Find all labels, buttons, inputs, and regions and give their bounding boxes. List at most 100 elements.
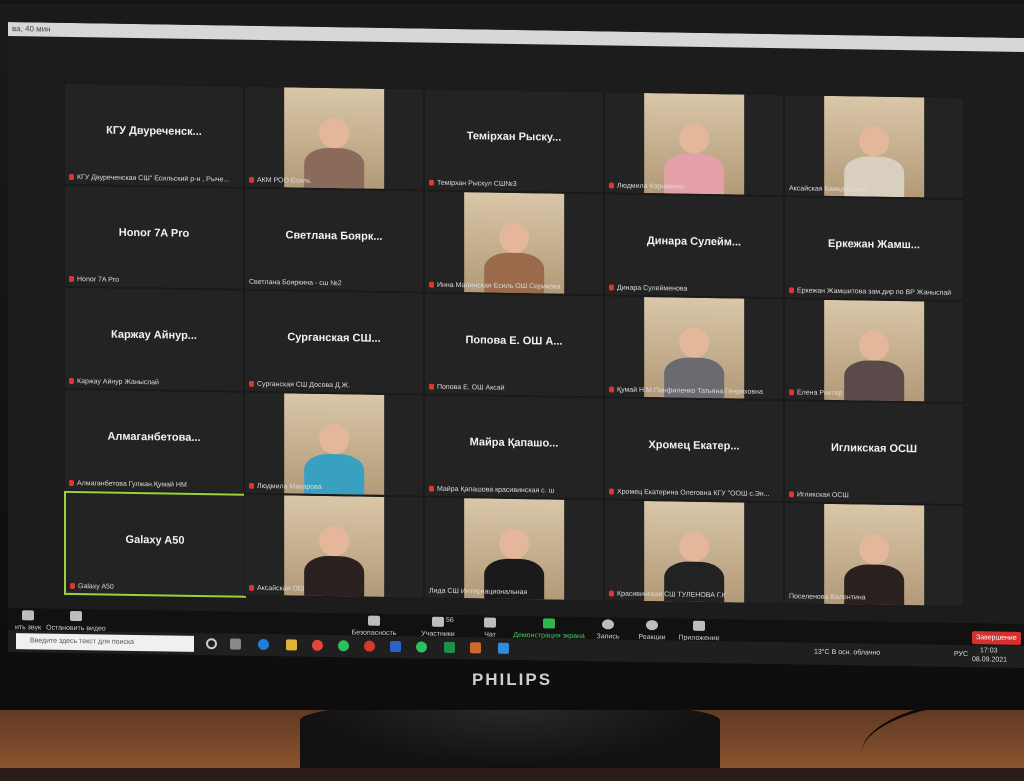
participant-tile[interactable]: Попова Е. ОШ А... Попова Е. ОШ Аксай (424, 292, 604, 398)
yandex-icon[interactable] (364, 640, 375, 652)
participant-tile[interactable]: Сурганская СШ... Сурганская СШ Досова Д.Ж… (244, 289, 424, 395)
chat-button[interactable]: Чат (470, 617, 510, 639)
muted-mic-icon (69, 174, 74, 181)
whatsapp-icon[interactable] (338, 640, 349, 652)
end-meeting-button[interactable]: Завершение (972, 631, 1021, 645)
participant-tile[interactable]: КГУ Двуреченск... КГУ Двуреченская СШ" Ес… (64, 82, 244, 188)
record-button[interactable]: Запись (588, 619, 628, 641)
participant-label-text: АКМ РОО Есиль (257, 176, 311, 185)
video-button[interactable]: Остановить видео (46, 610, 106, 633)
participant-label-text: Инна Малинская Есиль ОШ Серикова (437, 281, 561, 291)
participant-tile[interactable]: Поселенова Валентина (784, 502, 964, 608)
participant-tile[interactable]: Игликская ОСШ Игликская ОСШ (784, 400, 964, 506)
participant-name: Хромец Екатер... (648, 439, 740, 453)
microphone-icon (22, 610, 34, 621)
participant-label: Майра Қапашова красивинская с. ш (429, 486, 599, 496)
participant-face (499, 528, 529, 560)
participant-face (679, 531, 709, 563)
word-icon[interactable] (390, 641, 401, 653)
share-screen-button[interactable]: Демонстрация экрана (510, 618, 588, 640)
participant-video (284, 393, 384, 495)
muted-mic-icon (789, 389, 794, 396)
participant-video (464, 192, 564, 294)
participants-button[interactable]: Участники 56 (408, 616, 468, 638)
participant-name: Майра Қапашо... (469, 436, 559, 450)
participants-icon (432, 616, 444, 627)
participant-tile[interactable]: Еркежан Жамш... Еркежан Жамшитова зам.дир… (784, 196, 964, 302)
zoom-screen: ва, 40 мин КГУ Двуреченск... КГУ Двуречен… (8, 22, 1024, 668)
muted-mic-icon (609, 386, 614, 393)
participant-tile[interactable]: Аксайская ОШ (244, 493, 424, 599)
muted-mic-icon (69, 378, 74, 385)
participant-tile[interactable]: Людмила Макарова (244, 391, 424, 497)
participant-label: Аксайская Баяндинская (789, 185, 959, 195)
participant-tile[interactable]: Galaxy A50 Galaxy A50 (64, 490, 246, 598)
participant-video (284, 87, 384, 189)
participant-tile[interactable]: Красивинская СШ ТУЛЕНОВА Г.К (604, 499, 784, 605)
participant-label-text: Людмила Корниенко (617, 182, 684, 191)
participant-tile[interactable]: Қумай Н.М.Панфиленко Татьяна Генриховна (604, 295, 784, 401)
participant-tile[interactable]: Хромец Екатер... Хромец Екатерина Олеговн… (604, 397, 784, 503)
participant-label-text: Майра Қапашова красивинская с. ш (437, 485, 555, 495)
participant-label-text: Еркежан Жамшитова зам.дир по ВР Жаныспай (797, 287, 952, 297)
zoom-icon[interactable] (498, 642, 509, 654)
participant-face (319, 117, 349, 149)
participant-name: Алмаганбетова... (107, 430, 201, 445)
participant-label-text: Игликская ОСШ (797, 491, 849, 500)
participant-tile[interactable]: Людмила Корниенко (604, 91, 784, 197)
participant-label-text: Honor 7A Pro (77, 276, 120, 284)
reactions-button[interactable]: Реакции (630, 620, 674, 642)
participant-label: КГУ Двуреченская СШ" Есильский р-н , Рыч… (69, 174, 239, 184)
camera-icon (70, 610, 82, 622)
cortana-icon[interactable] (206, 638, 217, 650)
participant-tile[interactable]: Майра Қапашо... Майра Қапашова красивинск… (424, 394, 604, 500)
participant-video (644, 296, 744, 399)
muted-mic-icon (429, 485, 434, 492)
participant-label-text: Красивинская СШ ТУЛЕНОВА Г.К (617, 590, 726, 600)
muted-mic-icon (429, 281, 434, 288)
monitor-brand-logo: PHILIPS (471, 670, 553, 689)
monitor-stand (300, 700, 720, 768)
muted-mic-icon (609, 488, 614, 495)
participant-tile[interactable]: Алмаганбетова... Алмаганбетова Гулжан.Қум… (64, 388, 244, 494)
language-indicator[interactable]: РУС (954, 651, 968, 658)
task-view-icon[interactable] (230, 638, 241, 650)
participant-tile[interactable]: Динара Сулейм... Динара Сулейменова (604, 193, 784, 299)
apps-icon (693, 620, 705, 631)
participant-label-text: Лида СШ Интернациональная (429, 587, 528, 597)
participant-label-text: КГУ Двуреченская СШ" Есильский р-н , Рыч… (77, 174, 230, 184)
participant-tile[interactable]: АКМ РОО Есиль (244, 85, 424, 191)
participant-label-text: Сурганская СШ Досова Д.Ж. (257, 380, 351, 390)
participant-face (679, 123, 709, 155)
participant-label-text: Темірхан Рыскул СШ№3 (437, 179, 517, 188)
participant-label: Светлана Бояркина - сш №2 (249, 279, 419, 289)
whatsapp-2-icon[interactable] (416, 641, 427, 653)
participant-tile[interactable]: Темірхан Рыску... Темірхан Рыскул СШ№3 (424, 88, 604, 194)
taskbar-search-input[interactable]: Введите здесь текст для поиска (16, 633, 194, 652)
security-button[interactable]: Безопасность (344, 615, 404, 637)
apps-button[interactable]: Приложение (674, 620, 724, 642)
participant-label: Попова Е. ОШ Аксай (429, 384, 599, 394)
edge-icon[interactable] (258, 638, 269, 651)
participant-tile[interactable]: Аксайская Баяндинская (784, 94, 964, 200)
participant-tile[interactable]: Лида СШ Интернациональная (424, 496, 604, 602)
participant-label-text: Поселенова Валентина (789, 593, 866, 602)
participant-label: Honor 7A Pro (69, 276, 239, 286)
weather-status[interactable]: 13°C В осн. облачно (814, 649, 880, 657)
participant-tile[interactable]: Инна Малинская Есиль ОШ Серикова (424, 190, 604, 296)
chrome-icon[interactable] (312, 639, 323, 651)
muted-mic-icon (70, 583, 75, 590)
participant-tile[interactable]: Елена Рихтер (784, 298, 964, 404)
participant-label-text: Алмаганбетова Гулжан.Қумай НМ (77, 480, 187, 489)
participant-tile[interactable]: Каржау Айнур... Каржау Айнур Жаныспай (64, 286, 244, 392)
clock-time[interactable]: 17:03 (980, 647, 998, 654)
participant-tile[interactable]: Светлана Боярк... Светлана Бояркина - сш … (244, 187, 424, 293)
participant-label: Алмаганбетова Гулжан.Қумай НМ (69, 480, 239, 490)
participant-video (824, 503, 924, 606)
audio-button[interactable]: ить звук (8, 610, 48, 632)
participant-tile[interactable]: Honor 7A Pro Honor 7A Pro (64, 184, 244, 290)
participant-label: Аксайская ОШ (249, 585, 419, 595)
app-icon[interactable] (470, 642, 481, 654)
excel-icon[interactable] (444, 641, 455, 654)
explorer-icon[interactable] (286, 639, 297, 651)
